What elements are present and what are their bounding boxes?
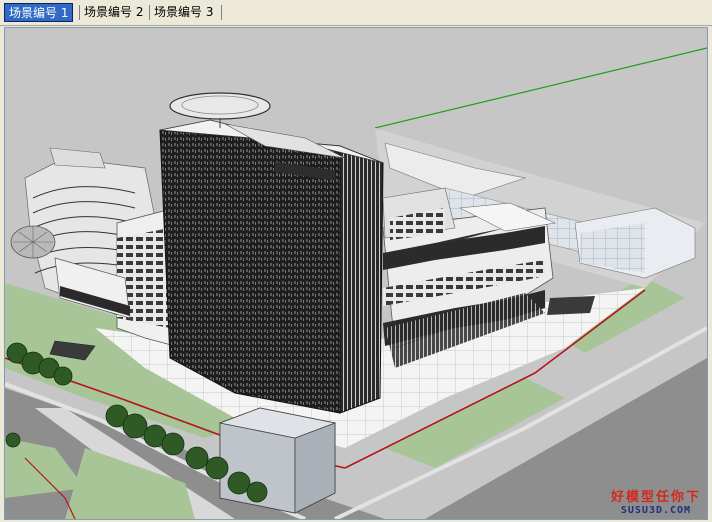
scene-tab-3[interactable]: 场景编号 3	[150, 3, 217, 22]
scene-tab-bar: 场景编号 1 场景编号 2 场景编号 3	[0, 0, 712, 26]
sketchup-window: 场景编号 1 场景编号 2 场景编号 3 好模型任你下 SUSU3D.COM	[0, 0, 712, 522]
building-model-render	[5, 28, 707, 519]
scene-tab-2[interactable]: 场景编号 2	[80, 3, 147, 22]
tab-divider	[221, 5, 222, 20]
scene-tab-1[interactable]: 场景编号 1	[4, 3, 74, 22]
3d-viewport[interactable]: 好模型任你下 SUSU3D.COM	[4, 27, 708, 520]
